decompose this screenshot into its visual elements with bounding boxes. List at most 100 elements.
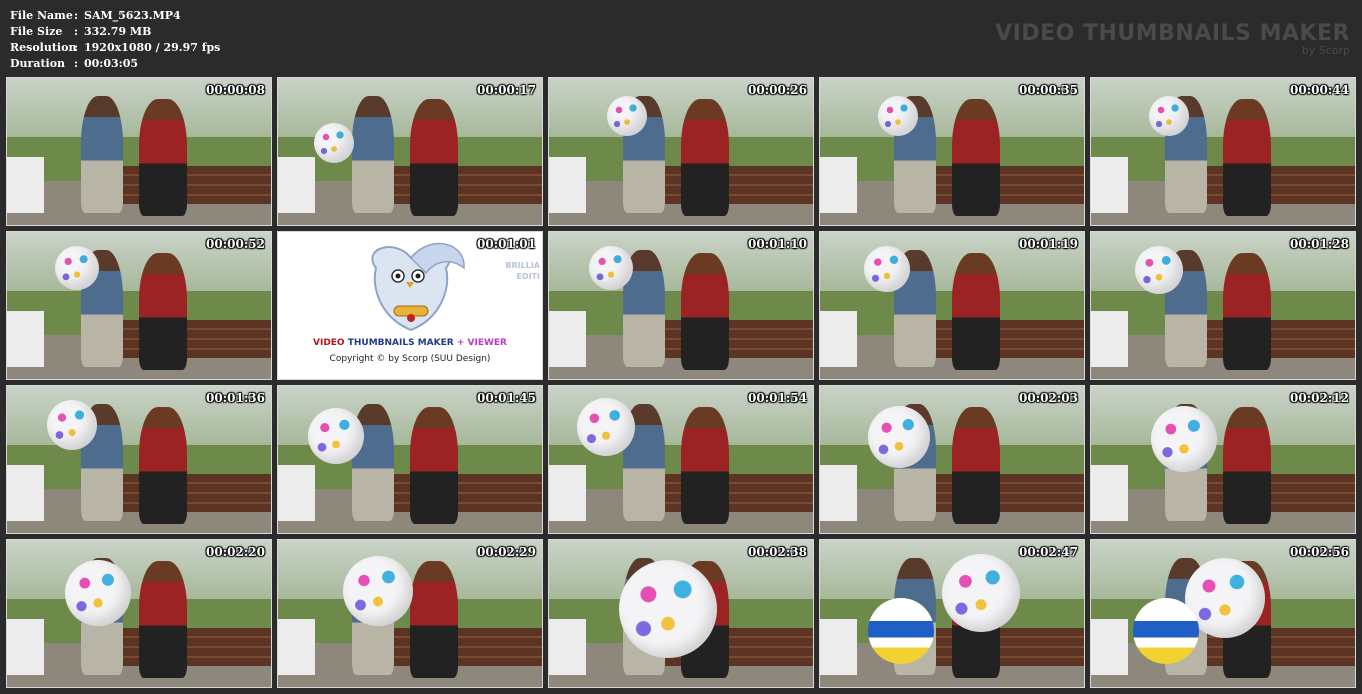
thumbnail-ball [607, 96, 647, 136]
thumbnail-wall [1091, 311, 1128, 368]
thumbnail-timestamp: 00:02:56 [1290, 545, 1349, 559]
thumbnail-person [681, 406, 729, 525]
resolution-label: Resolution [10, 41, 77, 54]
thumbnail-wall [820, 157, 857, 214]
thumbnail-wall [7, 311, 44, 368]
promo-title-part1: VIDEO [313, 338, 348, 348]
thumbnail-person [681, 252, 729, 371]
thumbnail-wall [278, 157, 315, 214]
video-thumbnail[interactable]: VIDEO THUMBNAILS MAKER + VIEWER Copyright… [277, 231, 543, 380]
thumbnail-wall [549, 465, 586, 522]
thumbnail-person [139, 98, 187, 217]
video-thumbnail[interactable]: 00:00:17 [277, 77, 543, 226]
brand-title: VIDEO THUMBNAILS MAKER [995, 21, 1350, 46]
thumbnail-person [80, 95, 124, 214]
thumbnail-timestamp: 00:01:45 [477, 391, 536, 405]
file-info-panel: File Name : SAM_5623.MP4 File Size : 332… [10, 8, 220, 72]
thumbnail-wall [820, 465, 857, 522]
thumbnail-ball [942, 554, 1020, 632]
thumbnail-wall [7, 465, 44, 522]
video-thumbnail[interactable]: 00:02:29 [277, 539, 543, 688]
thumbnail-timestamp: 00:01:28 [1290, 237, 1349, 251]
video-thumbnail[interactable]: 00:01:54 [548, 385, 814, 534]
thumbnail-ball [1149, 96, 1189, 136]
thumbnail-wall [820, 619, 857, 676]
thumbnail-timestamp: 00:02:38 [748, 545, 807, 559]
colon-separator: : [74, 57, 79, 70]
thumbnail-person [139, 406, 187, 525]
thumbnail-timestamp: 00:00:17 [477, 83, 536, 97]
thumbnail-timestamp: 00:02:03 [1019, 391, 1078, 405]
file-size-row: File Size : 332.79 MB [10, 24, 220, 40]
duration-label: Duration [10, 57, 66, 70]
thumbnail-wall [549, 311, 586, 368]
video-thumbnail[interactable]: 00:01:10 [548, 231, 814, 380]
thumbnail-ball [577, 398, 635, 456]
thumbnail-person [952, 98, 1000, 217]
video-thumbnail[interactable]: 00:01:45 [277, 385, 543, 534]
thumbnail-person [351, 95, 395, 214]
thumbnail-timestamp: 00:02:47 [1019, 545, 1078, 559]
thumbnail-ball [47, 400, 97, 450]
thumbnail-ball [55, 246, 99, 290]
video-thumbnail[interactable]: 00:00:26 [548, 77, 814, 226]
video-thumbnail[interactable]: 00:02:38 [548, 539, 814, 688]
video-thumbnail[interactable]: 00:02:12 [1090, 385, 1356, 534]
file-size-label: File Size [10, 25, 63, 38]
thumbnail-person [139, 252, 187, 371]
video-thumbnail[interactable]: 00:00:44 [1090, 77, 1356, 226]
thumbnail-timestamp: 00:01:19 [1019, 237, 1078, 251]
promo-copyright: Copyright © by Scorp (SUU Design) [329, 354, 491, 364]
video-thumbnail[interactable]: 00:01:28 [1090, 231, 1356, 380]
thumbnail-ball [868, 406, 930, 468]
thumbnail-ball [1151, 406, 1217, 472]
video-thumbnail[interactable]: 00:02:47 [819, 539, 1085, 688]
thumbnail-wall [278, 465, 315, 522]
thumbnail-ball [864, 246, 910, 292]
thumbnail-person [410, 560, 458, 679]
video-thumbnail[interactable]: 00:02:03 [819, 385, 1085, 534]
thumbnail-ball [1135, 246, 1183, 294]
thumbnail-grid: 00:00:08 00:00:17 00:00:26 00:00:35 00:00:44… [6, 77, 1356, 688]
file-name-value: SAM_5623.MP4 [84, 9, 181, 22]
thumbnail-timestamp: 00:00:08 [206, 83, 265, 97]
thumbnail-wall [278, 619, 315, 676]
file-name-label: File Name [10, 9, 73, 22]
thumbnail-timestamp: 00:02:20 [206, 545, 265, 559]
thumbnail-wall [7, 619, 44, 676]
video-thumbnail[interactable]: 00:00:35 [819, 77, 1085, 226]
thumbnail-timestamp: 00:02:29 [477, 545, 536, 559]
colon-separator: : [74, 41, 79, 54]
video-thumbnail[interactable]: 00:00:08 [6, 77, 272, 226]
colon-separator: : [74, 9, 79, 22]
owl-logo-icon [371, 242, 465, 332]
thumbnail-wall [820, 311, 857, 368]
video-thumbnail[interactable]: 00:01:36 [6, 385, 272, 534]
thumbnail-wall [7, 157, 44, 214]
video-thumbnail[interactable]: 00:00:52 [6, 231, 272, 380]
thumbnail-beach-ball [868, 598, 934, 664]
duration-value: 00:03:05 [84, 57, 139, 70]
thumbnail-timestamp: 00:01:10 [748, 237, 807, 251]
thumbnail-person [1223, 98, 1271, 217]
thumbnail-person [952, 406, 1000, 525]
thumbnail-person [952, 252, 1000, 371]
video-thumbnail[interactable]: 00:01:19 [819, 231, 1085, 380]
thumbnail-ball [314, 123, 354, 163]
thumbnail-person [1223, 406, 1271, 525]
thumbnail-wall [549, 157, 586, 214]
thumbnail-wall [1091, 619, 1128, 676]
thumbnail-ball [589, 246, 633, 290]
promo-title: VIDEO THUMBNAILS MAKER + VIEWER [278, 338, 542, 348]
thumbnail-person [681, 98, 729, 217]
promo-title-part2: THUMBNAILS MAKER [347, 338, 457, 348]
video-thumbnail[interactable]: 00:02:20 [6, 539, 272, 688]
promo-side-text: BRILLIA EDITI [505, 261, 540, 281]
thumbnail-person [1223, 252, 1271, 371]
video-thumbnail[interactable]: 00:02:56 [1090, 539, 1356, 688]
thumbnail-ball [343, 556, 413, 626]
thumbnail-ball [308, 408, 364, 464]
thumbnail-ball [65, 560, 131, 626]
colon-separator: : [74, 25, 79, 38]
thumbnail-wall [1091, 465, 1128, 522]
